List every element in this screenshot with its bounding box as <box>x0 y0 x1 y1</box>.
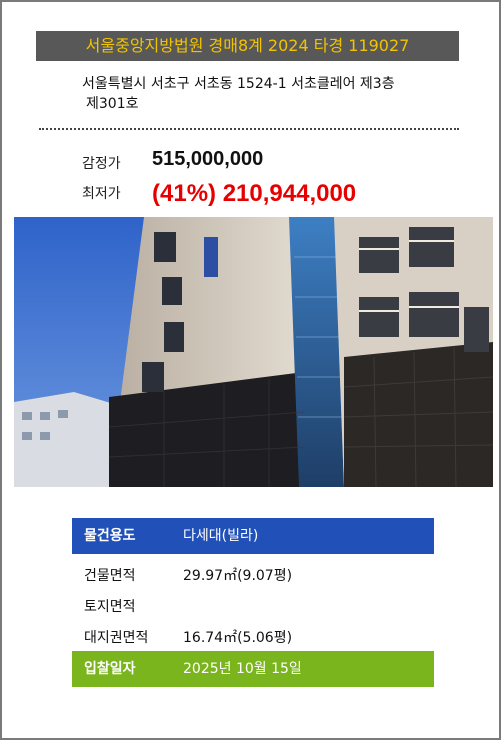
use-label: 물건용도 <box>84 528 136 544</box>
bid-date-label: 입찰일자 <box>84 661 136 677</box>
case-title: 서울중앙지방법원 경매8계 2024 타경 119027 <box>36 31 459 61</box>
bid-date-row: 입찰일자 2025년 10월 15일 <box>72 651 434 687</box>
use-value: 다세대(빌라) <box>183 528 259 544</box>
property-photo <box>14 217 493 487</box>
appraisal-label: 감정가 <box>82 156 121 172</box>
appraisal-value: 515,000,000 <box>152 148 264 170</box>
address-line-1: 서울특별시 서초구 서초동 1524-1 서초클레어 제3층 <box>82 76 395 92</box>
minimum-price-label: 최저가 <box>82 186 121 202</box>
dotted-divider <box>39 128 459 130</box>
listing-card: 서울중앙지방법원 경매8계 2024 타경 119027 서울특별시 서초구 서… <box>0 0 501 740</box>
building-photo-illustration <box>14 217 493 487</box>
address-line-2: 제301호 <box>86 96 139 112</box>
use-row: 물건용도 다세대(빌라) <box>72 518 434 554</box>
property-address: 서울특별시 서초구 서초동 1524-1 서초클레어 제3층 제301호 <box>82 74 482 114</box>
minimum-price-value: (41%) 210,944,000 <box>152 180 357 207</box>
bid-date-value: 2025년 10월 15일 <box>183 661 302 677</box>
